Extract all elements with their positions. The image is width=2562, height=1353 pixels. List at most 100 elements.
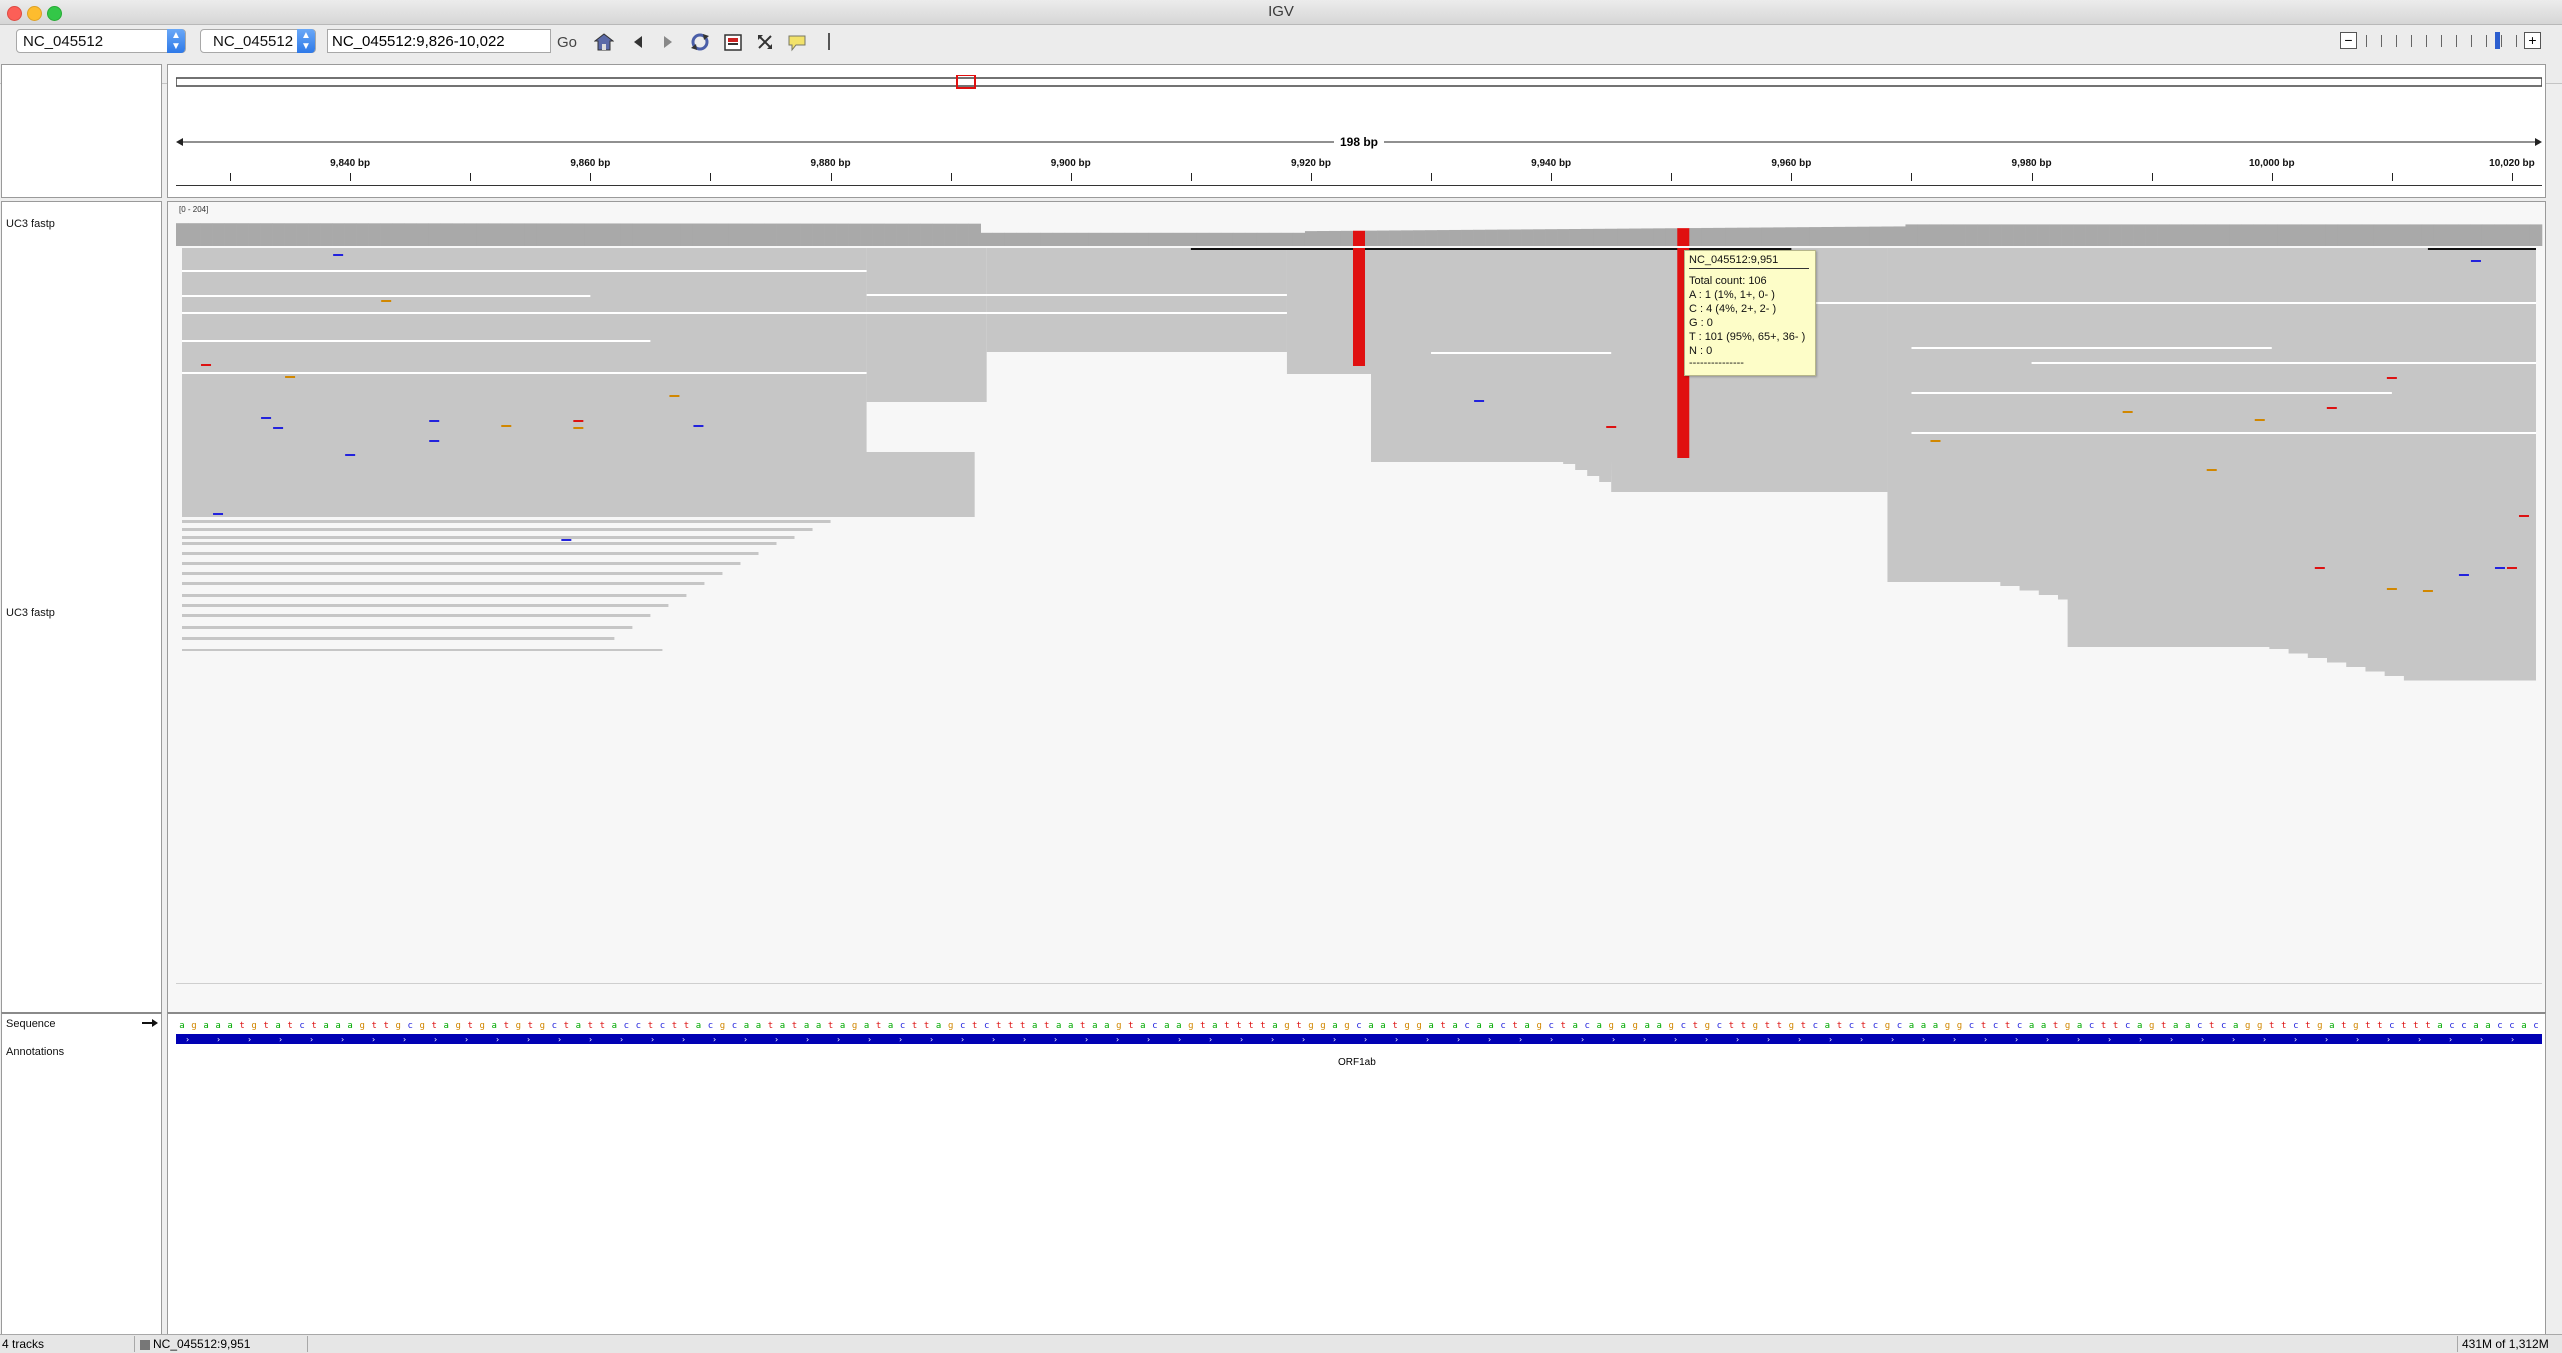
coverage-bar [404,223,417,246]
coverage-bar [1773,227,1786,246]
coverage-bar [1268,232,1282,246]
sequence-base: t [2161,1021,2166,1031]
coverage-bar [2421,224,2435,246]
sequence-base: c [1849,1021,1854,1031]
home-icon[interactable] [594,33,614,51]
strand-chevron: › [1922,1035,1925,1044]
strand-chevron: › [775,1035,778,1044]
resize-icon[interactable] [757,34,773,50]
ruler-minor-tick [1911,173,1913,181]
coverage-bar [356,223,369,246]
go-button[interactable]: Go [557,33,577,53]
chromosome-ideogram[interactable] [176,75,2542,89]
status-position-text: NC_045512:9,951 [153,1337,251,1351]
forward-icon[interactable] [662,35,674,49]
popup-a: A : 1 (1%, 1+, 0- ) [1689,289,1775,301]
header-name-panel [1,64,162,198]
coverage-bar [1593,228,1606,246]
strand-chevron: › [1457,1035,1460,1044]
coverage-bar [584,223,597,246]
refresh-icon[interactable] [689,32,711,52]
strand-chevron: › [2294,1035,2297,1044]
strand-chevron: › [868,1035,871,1044]
ruler-tick [590,173,592,181]
zoom-out-button[interactable]: − [2340,32,2357,49]
sequence-base: a [1572,1021,1577,1031]
gene-bar [176,1034,2542,1044]
sequence-track-label[interactable]: Sequence [6,1018,56,1030]
strand-arrow-icon[interactable] [142,1018,158,1028]
back-icon[interactable] [632,35,644,49]
gene-feature-orf1ab[interactable]: › › › › › › › › › › › › › › › › › › › › › › › › › › › › › › › › › › › › › › › ›… [176,1034,2542,1044]
coverage-bar [1881,226,1894,246]
base-mismatch [2386,588,2397,590]
coverage-bar [1521,229,1534,246]
ruler-minor-tick [1190,173,1192,181]
strand-chevron: › [837,1035,840,1044]
genome-dropdown[interactable]: NC_045512 ▲ ▼ [16,29,186,53]
feature-data-panel[interactable]: agaaatgtatctaaagttgcgtagtgatgtgctattacct… [167,1012,2546,1336]
strand-chevron: › [2263,1035,2266,1044]
coverage-bar [2265,224,2279,246]
coverage-bar [2217,224,2231,246]
sequence-base: g [1320,1021,1325,1031]
zoom-slider-thumb[interactable] [2495,32,2500,49]
sequence-base: a [1825,1021,1830,1031]
read-gap [866,312,1287,314]
sequence-base: g [1284,1021,1289,1031]
alignment-data-panel[interactable]: [0 - 204] [167,201,2546,1015]
sequence-base: t [1741,1021,1746,1031]
feature-name-panel: Sequence Annotations [1,1012,162,1336]
sequence-base: a [203,1021,208,1031]
sequence-base: a [1332,1021,1337,1031]
coverage-bar [1629,228,1642,246]
sequence-base: g [1609,1021,1614,1031]
sequence-base: a [2173,1021,2178,1031]
region-of-interest-icon[interactable] [724,34,742,51]
coverage-bar [560,223,573,246]
base-mismatch [285,376,296,378]
sequence-base: t [1837,1021,1842,1031]
sequence-base: c [2017,1021,2022,1031]
strand-chevron: › [1240,1035,1243,1044]
sequence-base: t [1440,1021,1445,1031]
coverage-bar [764,223,777,246]
coverage-bar [1160,232,1174,246]
annotations-track-label[interactable]: Annotations [6,1046,64,1058]
strand-chevron: › [930,1035,933,1044]
base-mismatch [2458,574,2469,576]
coverage-bar [1172,232,1186,246]
strand-chevron: › [465,1035,468,1044]
strand-chevron: › [2449,1035,2452,1044]
coverage-bar [464,223,477,246]
memory-usage: 431M of 1,312M [2462,1337,2549,1351]
zoom-in-button[interactable]: + [2524,32,2541,49]
locus-input[interactable] [327,29,551,53]
ruler-minor-tick [470,173,472,181]
base-mismatch [2470,260,2481,262]
coverage-bar [860,223,873,246]
coverage-track-label[interactable]: UC3 fastp [6,218,55,230]
strand-chevron: › [527,1035,530,1044]
sequence-base: c [2125,1021,2130,1031]
sequence-base: a [444,1021,449,1031]
sequence-base: a [612,1021,617,1031]
ruler-minor-tick [2151,173,2153,181]
chromosome-dropdown[interactable]: NC_045512 ▲ ▼ [200,29,316,53]
ruler-minor-tick [2391,173,2393,181]
coverage-bar [1316,231,1330,246]
coverage-bar [476,223,489,246]
sequence-track[interactable]: agaaatgtatctaaagttgcgtagtgatgtgctattacct… [176,1018,2542,1032]
alignment-canvas[interactable] [168,202,2545,1014]
sequence-base: g [419,1021,424,1031]
zoom-slider[interactable] [2364,31,2528,49]
sequence-base: c [1500,1021,1505,1031]
popup-info-icon[interactable] [787,34,807,52]
ruler-icon[interactable] [828,33,830,50]
alignment-track-label[interactable]: UC3 fastp [6,607,55,619]
read-pile [182,248,867,452]
coverage-popup: NC_045512:9,951 Total count: 106 A : 1 (… [1684,250,1816,376]
coverage-bar [572,223,585,246]
coverage-bar [212,223,225,246]
sequence-base: c [1152,1021,1157,1031]
